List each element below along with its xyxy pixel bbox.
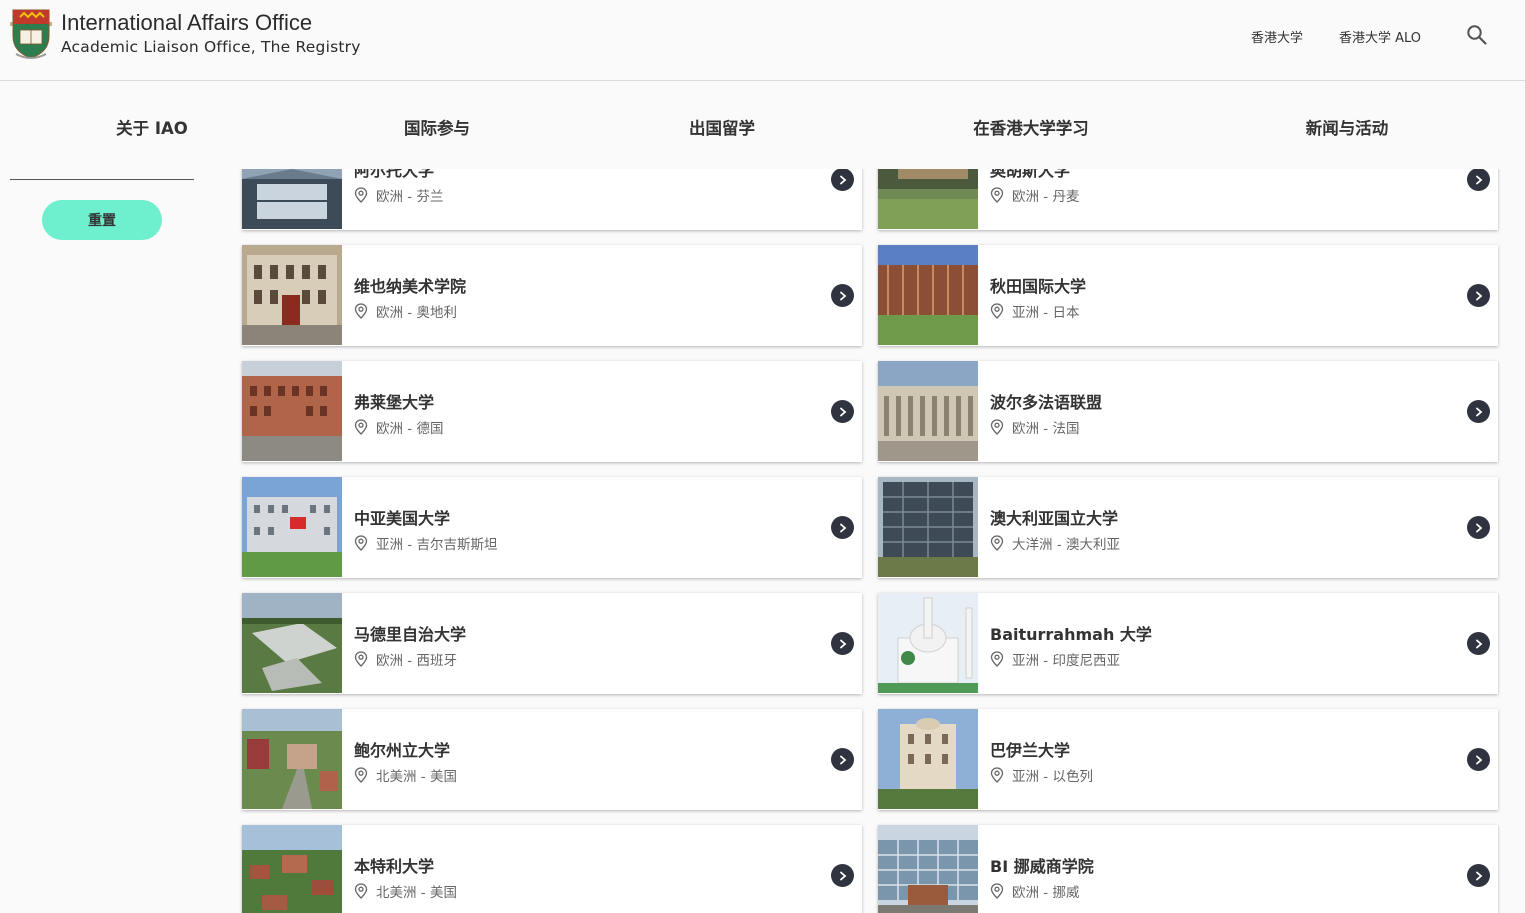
list-item[interactable]: 中亚美国大学 亚洲 - 吉尔吉斯斯坦	[242, 477, 862, 578]
university-location: 欧洲 - 丹麦	[990, 185, 1079, 205]
university-name: 马德里自治大学	[354, 625, 467, 644]
list-item[interactable]: 马德里自治大学 欧洲 - 西班牙	[242, 593, 862, 694]
university-name: 本特利大学	[354, 857, 435, 876]
university-photo	[878, 825, 978, 913]
location-pin-icon	[354, 535, 368, 551]
university-location: 大洋洲 - 澳大利亚	[990, 533, 1120, 553]
location-pin-icon	[354, 651, 368, 667]
university-name: 弗莱堡大学	[354, 393, 435, 412]
university-location: 欧洲 - 挪威	[990, 881, 1079, 901]
chevron-right-icon[interactable]	[831, 169, 854, 191]
chevron-right-icon[interactable]	[1467, 632, 1490, 655]
university-location: 欧洲 - 法国	[990, 417, 1079, 437]
chevron-right-icon[interactable]	[831, 632, 854, 655]
site-logo[interactable]: International Affairs Office Academic Li…	[10, 8, 361, 60]
university-photo	[878, 709, 978, 809]
location-pin-icon	[990, 187, 1004, 203]
university-name: 波尔多法语联盟	[990, 393, 1103, 412]
list-item[interactable]: 阿尔托大学 欧洲 - 芬兰	[242, 169, 862, 230]
list-item[interactable]: 奥胡斯大学 欧洲 - 丹麦	[878, 169, 1498, 230]
university-photo	[242, 169, 342, 229]
university-photo	[878, 361, 978, 461]
university-photo	[878, 593, 978, 693]
chevron-right-icon[interactable]	[1467, 400, 1490, 423]
location-pin-icon	[990, 651, 1004, 667]
location-pin-icon	[990, 767, 1004, 783]
location-pin-icon	[990, 303, 1004, 319]
list-item[interactable]: 秋田国际大学 亚洲 - 日本	[878, 245, 1498, 346]
location-pin-icon	[354, 187, 368, 203]
location-pin-icon	[354, 303, 368, 319]
university-photo	[242, 709, 342, 809]
list-item[interactable]: 弗莱堡大学 欧洲 - 德国	[242, 361, 862, 462]
list-item[interactable]: 波尔多法语联盟 欧洲 - 法国	[878, 361, 1498, 462]
list-item[interactable]: 鲍尔州立大学 北美洲 - 美国	[242, 709, 862, 810]
chevron-right-icon[interactable]	[831, 400, 854, 423]
university-name: BI 挪威商学院	[990, 857, 1094, 876]
chevron-right-icon[interactable]	[831, 516, 854, 539]
nav-item-global-engagement[interactable]: 国际参与	[404, 115, 470, 139]
location-pin-icon	[990, 883, 1004, 899]
location-pin-icon	[990, 535, 1004, 551]
chevron-right-icon[interactable]	[1467, 516, 1490, 539]
list-item[interactable]: 维也纳美术学院 欧洲 - 奥地利	[242, 245, 862, 346]
university-photo	[242, 825, 342, 913]
university-name: 巴伊兰大学	[990, 741, 1071, 760]
university-location: 欧洲 - 西班牙	[354, 649, 457, 669]
hku-crest-icon	[10, 9, 52, 59]
util-link-hku-alo[interactable]: 香港大学 ALO	[1339, 27, 1421, 46]
chevron-right-icon[interactable]	[1467, 864, 1490, 887]
university-photo	[242, 477, 342, 577]
university-location: 北美洲 - 美国	[354, 765, 457, 785]
site-subtitle: Academic Liaison Office, The Registry	[61, 38, 361, 56]
list-item[interactable]: 本特利大学 北美洲 - 美国	[242, 825, 862, 913]
university-location: 亚洲 - 印度尼西亚	[990, 649, 1120, 669]
nav-item-news-events[interactable]: 新闻与活动	[1306, 115, 1389, 139]
university-photo	[242, 245, 342, 345]
chevron-right-icon[interactable]	[831, 864, 854, 887]
university-name: 维也纳美术学院	[354, 277, 467, 296]
university-name: 阿尔托大学	[354, 169, 435, 180]
list-item[interactable]: Baiturrahmah 大学 亚洲 - 印度尼西亚	[878, 593, 1498, 694]
university-location: 亚洲 - 日本	[990, 301, 1079, 321]
chevron-right-icon[interactable]	[831, 284, 854, 307]
nav-item-about-iao[interactable]: 关于 IAO	[116, 115, 188, 139]
university-location: 北美洲 - 美国	[354, 881, 457, 901]
university-list[interactable]: 阿尔托大学 欧洲 - 芬兰 奥胡斯大学 欧洲 - 丹麦 维也纳美术学院 欧洲 -…	[0, 169, 1525, 913]
university-name: Baiturrahmah 大学	[990, 625, 1152, 644]
university-location: 亚洲 - 以色列	[990, 765, 1093, 785]
top-header: International Affairs Office Academic Li…	[0, 0, 1525, 81]
university-photo	[878, 477, 978, 577]
university-name: 中亚美国大学	[354, 509, 451, 528]
util-link-hku[interactable]: 香港大学	[1251, 27, 1303, 46]
location-pin-icon	[354, 767, 368, 783]
search-icon[interactable]	[1466, 24, 1488, 46]
chevron-right-icon[interactable]	[1467, 284, 1490, 307]
nav-item-study-abroad[interactable]: 出国留学	[689, 115, 755, 139]
university-photo	[878, 245, 978, 345]
location-pin-icon	[354, 883, 368, 899]
university-photo	[242, 593, 342, 693]
university-location: 亚洲 - 吉尔吉斯斯坦	[354, 533, 497, 553]
university-location: 欧洲 - 芬兰	[354, 185, 443, 205]
university-photo	[878, 169, 978, 229]
university-photo	[242, 361, 342, 461]
list-item[interactable]: 澳大利亚国立大学 大洋洲 - 澳大利亚	[878, 477, 1498, 578]
university-name: 鲍尔州立大学	[354, 741, 451, 760]
chevron-right-icon[interactable]	[1467, 169, 1490, 191]
list-item[interactable]: BI 挪威商学院 欧洲 - 挪威	[878, 825, 1498, 913]
list-item[interactable]: 巴伊兰大学 亚洲 - 以色列	[878, 709, 1498, 810]
university-name: 秋田国际大学	[990, 277, 1087, 296]
university-location: 欧洲 - 德国	[354, 417, 443, 437]
main-navigation: 关于 IAO 国际参与 出国留学 在香港大学学习 新闻与活动	[0, 81, 1525, 169]
chevron-right-icon[interactable]	[1467, 748, 1490, 771]
university-location: 欧洲 - 奥地利	[354, 301, 457, 321]
university-name: 澳大利亚国立大学	[990, 509, 1119, 528]
nav-item-study-at-hku[interactable]: 在香港大学学习	[973, 115, 1089, 139]
location-pin-icon	[990, 419, 1004, 435]
chevron-right-icon[interactable]	[831, 748, 854, 771]
location-pin-icon	[354, 419, 368, 435]
site-title: International Affairs Office	[61, 10, 313, 35]
university-name: 奥胡斯大学	[990, 169, 1071, 180]
